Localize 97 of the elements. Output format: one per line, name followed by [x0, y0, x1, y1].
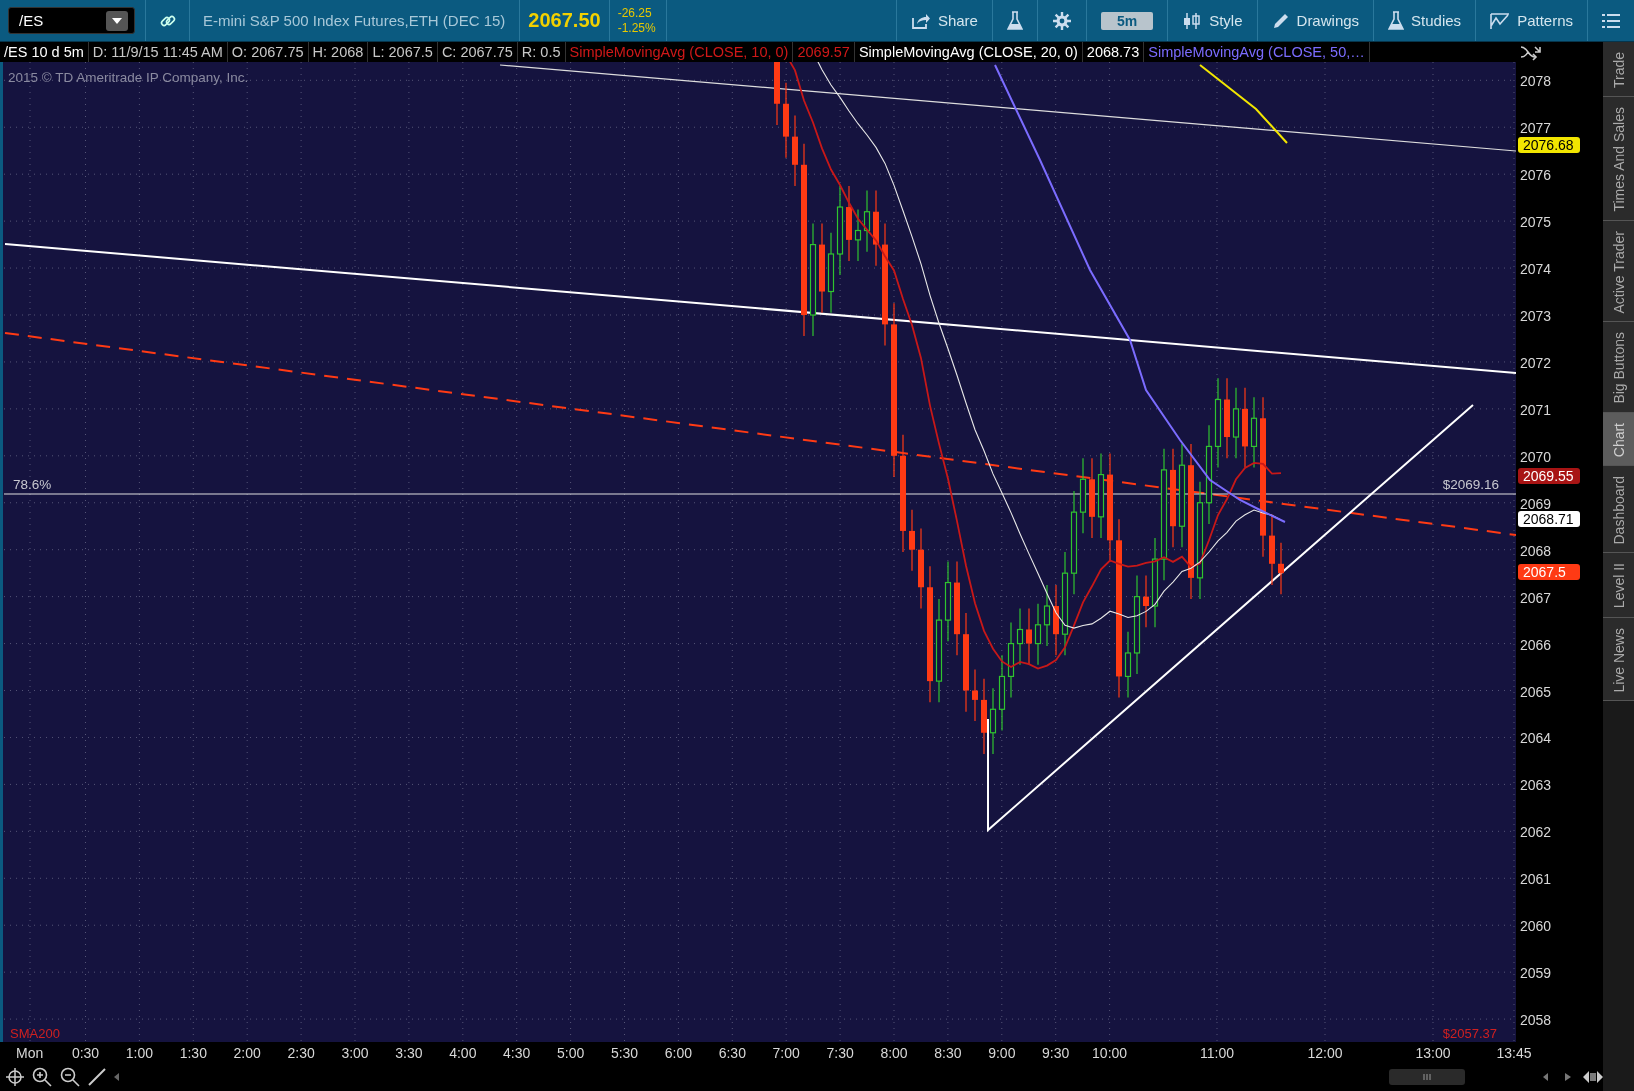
time-axis-label: 6:00 [664, 1045, 693, 1061]
price-axis-label: 2065 [1520, 683, 1552, 700]
side-tab[interactable]: Chart [1603, 412, 1634, 466]
instrument-name: E-mini S&P 500 Index Futures,ETH (DEC 15) [189, 0, 520, 41]
candlestick [1026, 607, 1032, 666]
price-axis-label: 2076 [1520, 167, 1552, 184]
scroll-left-icon[interactable] [114, 1073, 120, 1081]
caret-icon [106, 10, 128, 31]
price-axis-label: 2077 [1520, 120, 1552, 137]
price-axis-label: 2058 [1520, 1012, 1552, 1029]
study-price-label: $2057.37 [1442, 1026, 1497, 1041]
price-axis-label: 2074 [1520, 261, 1552, 278]
side-tab[interactable]: Dashboard [1603, 465, 1634, 554]
price-axis-label: 2068 [1520, 542, 1552, 559]
style-button[interactable]: Style [1167, 0, 1257, 41]
price-axis-label: 2059 [1520, 965, 1552, 982]
candlestick [1232, 387, 1240, 459]
side-tab[interactable]: Times And Sales [1603, 97, 1634, 221]
price-axis-label: 2078 [1520, 73, 1552, 90]
candlestick [909, 509, 915, 572]
side-tab[interactable]: Live News [1603, 617, 1634, 702]
price-axis-label: 2073 [1520, 308, 1552, 324]
scroll-right-icon[interactable] [1565, 1073, 1571, 1081]
drawings-button[interactable]: Drawings [1256, 0, 1374, 41]
time-axis-label: 5:30 [610, 1045, 639, 1061]
zoom-out-icon[interactable] [60, 1067, 80, 1087]
time-axis-label: 3:00 [341, 1045, 369, 1061]
share-button[interactable]: Share [895, 0, 992, 41]
line-tool-icon[interactable] [88, 1068, 106, 1086]
time-axis-label: 12:00 [1307, 1045, 1343, 1061]
price-axis-label: 2075 [1520, 214, 1552, 231]
price-axis-label: 2067 [1520, 589, 1552, 606]
price-tag: 2069.55 [1518, 468, 1580, 484]
candlestick [774, 62, 780, 126]
time-axis-label: 1:00 [125, 1045, 153, 1061]
candlestick [1053, 584, 1059, 656]
time-axis-label: 11:00 [1200, 1045, 1234, 1061]
side-tab[interactable]: Big Buttons [1603, 322, 1634, 413]
time-axis-label: 7:00 [772, 1045, 800, 1061]
fibonacci-level-label: 78.6% [13, 477, 52, 492]
scroll-left-icon[interactable] [1543, 1073, 1549, 1081]
last-price: 2067.50 [519, 0, 609, 41]
time-axis-label: 7:30 [826, 1045, 854, 1061]
price-axis-label: 2062 [1520, 824, 1552, 841]
flask-icon [1388, 10, 1405, 31]
expand-arrows-icon[interactable] [1583, 1071, 1603, 1083]
period-selector[interactable]: 5m [1085, 0, 1168, 41]
candlestick [1278, 542, 1284, 595]
time-axis-label: 2:30 [287, 1045, 315, 1061]
price-tag: 2067.5 [1518, 564, 1580, 580]
time-axis-label: 8:00 [880, 1045, 908, 1061]
candlestick-icon [1182, 11, 1203, 30]
time-axis-label: 13:00 [1415, 1045, 1451, 1061]
pencil-icon [1271, 11, 1290, 30]
time-axis-label: 1:30 [179, 1045, 207, 1061]
crosshair-icon[interactable] [6, 1068, 24, 1086]
price-axis-label: 2070 [1520, 448, 1552, 465]
time-axis-label: Mon [16, 1045, 44, 1061]
time-axis-label: 6:30 [718, 1045, 746, 1061]
time-axis-label: 0:30 [71, 1045, 100, 1061]
time-axis-label: 5:00 [556, 1045, 585, 1061]
price-axis-label: 2064 [1520, 730, 1552, 747]
time-axis-label: 13:45 [1496, 1045, 1532, 1061]
grip-icon [1423, 1074, 1431, 1080]
candlestick [972, 668, 978, 722]
fibonacci-price-label: $2069.16 [1442, 477, 1499, 492]
side-tab[interactable]: Trade [1603, 42, 1634, 98]
percent-change: -1.25% [617, 20, 656, 36]
scrollbar[interactable] [1389, 1069, 1465, 1085]
zoom-in-icon[interactable] [32, 1067, 52, 1087]
symbol-dropdown[interactable]: /ES [8, 7, 135, 34]
studies-button[interactable]: Studies [1373, 0, 1476, 41]
time-axis-label: 9:30 [1042, 1045, 1070, 1061]
time-axis-label: 4:30 [503, 1045, 531, 1061]
price-tag: 2076.68 [1518, 137, 1580, 153]
time-axis-label: 10:00 [1092, 1045, 1128, 1061]
study-label: SMA200 [10, 1026, 60, 1041]
price-axis-label: 2069 [1520, 495, 1552, 512]
time-axis-label: 4:00 [449, 1045, 477, 1061]
price-change: -26.25 [617, 5, 653, 21]
time-axis-label: 8:30 [934, 1045, 962, 1061]
side-tab[interactable]: Active Trader [1603, 220, 1634, 323]
price-axis-label: 2066 [1520, 636, 1552, 653]
side-tab[interactable]: Level II [1603, 553, 1634, 618]
price-axis-label: 2061 [1520, 871, 1552, 888]
patterns-button[interactable]: Patterns [1475, 0, 1587, 41]
time-axis-label: 9:00 [988, 1045, 1016, 1061]
candlestick [1143, 574, 1149, 628]
copyright-text: 2015 © TD Ameritrade IP Company, Inc. [8, 70, 249, 85]
time-axis-label: 3:30 [395, 1045, 423, 1061]
pattern-chart-icon [1490, 11, 1511, 30]
price-axis-label: 2063 [1520, 777, 1552, 794]
price-axis-label: 2060 [1520, 918, 1552, 935]
price-axis-label: 2072 [1520, 354, 1552, 371]
price-tag: 2068.71 [1518, 511, 1580, 527]
price-axis-label: 2071 [1520, 401, 1552, 418]
time-axis-label: 2:00 [233, 1045, 261, 1061]
